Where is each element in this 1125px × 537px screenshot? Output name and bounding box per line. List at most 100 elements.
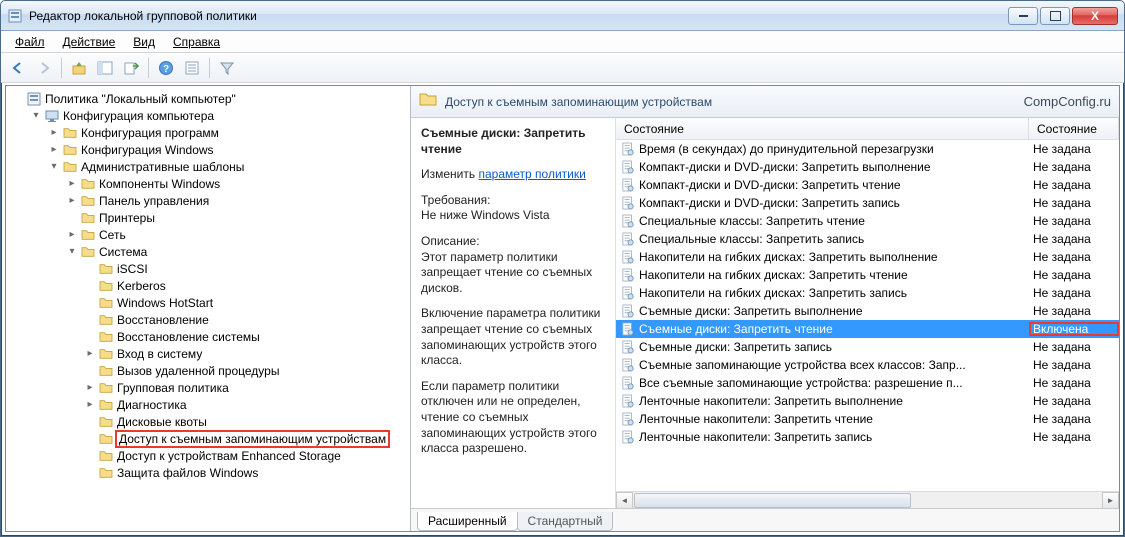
export-button[interactable] — [120, 57, 142, 79]
titlebar[interactable]: Редактор локальной групповой политики X — [1, 1, 1124, 31]
expand-toggle[interactable]: ▸ — [66, 195, 78, 206]
tab-extended[interactable]: Расширенный — [417, 512, 518, 531]
menu-action[interactable]: Действие — [55, 33, 124, 51]
policy-name: Съемные диски: Запретить чтение — [639, 322, 833, 336]
column-header-state[interactable]: Состояние — [1029, 118, 1119, 139]
policy-row[interactable]: Съемные запоминающие устройства всех кла… — [616, 356, 1119, 374]
tree-item[interactable]: ▸Конфигурация программ — [6, 124, 410, 141]
menu-help[interactable]: Справка — [165, 33, 228, 51]
policy-name: Накопители на гибких дисках: Запретить з… — [639, 286, 907, 300]
tree-item[interactable]: Доступ к устройствам Enhanced Storage — [6, 447, 410, 464]
tree-item-label: Kerberos — [117, 279, 166, 293]
policy-row[interactable]: Накопители на гибких дисках: Запретить з… — [616, 284, 1119, 302]
expand-toggle[interactable]: ▸ — [48, 127, 60, 138]
forward-button[interactable] — [33, 57, 55, 79]
policy-row[interactable]: Ленточные накопители: Запретить записьНе… — [616, 428, 1119, 446]
minimize-button[interactable] — [1008, 7, 1038, 25]
tree-item[interactable]: ▾ Конфигурация компьютера — [6, 107, 410, 124]
folder-icon — [98, 380, 114, 396]
maximize-button[interactable] — [1040, 7, 1070, 25]
column-headers: Состояние Состояние — [616, 118, 1119, 140]
tree-item[interactable]: ▸Панель управления — [6, 192, 410, 209]
tree-item[interactable]: ▸Вход в систему — [6, 345, 410, 362]
policy-row[interactable]: Накопители на гибких дисках: Запретить в… — [616, 248, 1119, 266]
tree-item[interactable]: Kerberos — [6, 277, 410, 294]
filter-button[interactable] — [216, 57, 238, 79]
tree-item[interactable]: ▸Групповая политика — [6, 379, 410, 396]
menu-view[interactable]: Вид — [125, 33, 163, 51]
tree-item[interactable]: ▸Конфигурация Windows — [6, 141, 410, 158]
app-icon — [7, 8, 23, 24]
tree-item[interactable]: Политика "Локальный компьютер" — [6, 90, 410, 107]
policy-name: Все съемные запоминающие устройства: раз… — [639, 376, 963, 390]
folder-icon — [98, 295, 114, 311]
policy-row[interactable]: Съемные диски: Запретить записьНе задана — [616, 338, 1119, 356]
policy-row[interactable]: Компакт-диски и DVD-диски: Запретить вып… — [616, 158, 1119, 176]
show-tree-button[interactable] — [94, 57, 116, 79]
expand-toggle[interactable]: ▾ — [30, 110, 42, 121]
horizontal-scrollbar[interactable]: ◄ ► — [616, 491, 1119, 508]
policy-state: Не задана — [1029, 196, 1119, 210]
policy-state: Не задана — [1029, 214, 1119, 228]
policy-row[interactable]: Ленточные накопители: Запретить выполнен… — [616, 392, 1119, 410]
up-button[interactable] — [68, 57, 90, 79]
folder-icon — [98, 278, 114, 294]
tree-item-label: Восстановление — [117, 313, 209, 327]
tree-item[interactable]: Восстановление — [6, 311, 410, 328]
properties-button[interactable] — [181, 57, 203, 79]
policy-rows[interactable]: Время (в секундах) до принудительной пер… — [616, 140, 1119, 491]
folder-icon — [80, 244, 96, 260]
tree-pane[interactable]: Политика "Локальный компьютер" ▾ Конфигура… — [6, 86, 411, 531]
tree-item[interactable]: ▸Диагностика — [6, 396, 410, 413]
column-header-name[interactable]: Состояние — [616, 118, 1029, 139]
tree-item[interactable]: iSCSI — [6, 260, 410, 277]
tree-item[interactable]: Защита файлов Windows — [6, 464, 410, 481]
tree-item[interactable]: Доступ к съемным запоминающим устройства… — [6, 430, 410, 447]
folder-icon — [62, 125, 78, 141]
tree-item[interactable]: Принтеры — [6, 209, 410, 226]
policy-row[interactable]: Съемные диски: Запретить выполнениеНе за… — [616, 302, 1119, 320]
edit-policy-link[interactable]: параметр политики — [478, 167, 585, 181]
policy-row[interactable]: Компакт-диски и DVD-диски: Запретить чте… — [616, 176, 1119, 194]
expand-toggle[interactable]: ▸ — [48, 144, 60, 155]
tree-item[interactable]: ▾Административные шаблоны — [6, 158, 410, 175]
expand-toggle[interactable]: ▸ — [84, 348, 96, 359]
policy-row[interactable]: Компакт-диски и DVD-диски: Запретить зап… — [616, 194, 1119, 212]
policy-row[interactable]: Специальные классы: Запретить записьНе з… — [616, 230, 1119, 248]
folder-icon — [80, 176, 96, 192]
scroll-right-button[interactable]: ► — [1102, 492, 1119, 509]
scroll-left-button[interactable]: ◄ — [616, 492, 633, 509]
expand-toggle[interactable]: ▾ — [66, 246, 78, 257]
policy-row[interactable]: Специальные классы: Запретить чтениеНе з… — [616, 212, 1119, 230]
tree-item[interactable]: ▸Сеть — [6, 226, 410, 243]
tree-item[interactable]: ▸Компоненты Windows — [6, 175, 410, 192]
policy-row[interactable]: Все съемные запоминающие устройства: раз… — [616, 374, 1119, 392]
expand-toggle[interactable]: ▸ — [84, 399, 96, 410]
policy-row[interactable]: Накопители на гибких дисках: Запретить ч… — [616, 266, 1119, 284]
tree-item[interactable]: ▾Система — [6, 243, 410, 260]
tree-item[interactable]: Windows HotStart — [6, 294, 410, 311]
folder-icon — [98, 448, 114, 464]
tree-item[interactable]: Дисковые квоты — [6, 413, 410, 430]
expand-toggle[interactable]: ▾ — [48, 161, 60, 172]
back-button[interactable] — [7, 57, 29, 79]
policy-icon — [620, 321, 636, 337]
policy-row[interactable]: Время (в секундах) до принудительной пер… — [616, 140, 1119, 158]
close-button[interactable]: X — [1072, 7, 1118, 25]
tree-item[interactable]: Вызов удаленной процедуры — [6, 362, 410, 379]
description-p2: Включение параметра политики запрещает ч… — [421, 306, 605, 368]
computer-icon — [44, 108, 60, 124]
expand-toggle[interactable]: ▸ — [66, 178, 78, 189]
tree-item-label: Доступ к съемным запоминающим устройства… — [117, 432, 388, 446]
tree-item[interactable]: Восстановление системы — [6, 328, 410, 345]
menu-file[interactable]: Файл — [7, 33, 53, 51]
expand-toggle[interactable]: ▸ — [84, 382, 96, 393]
policy-row[interactable]: Ленточные накопители: Запретить чтениеНе… — [616, 410, 1119, 428]
scroll-thumb[interactable] — [634, 493, 911, 508]
expand-toggle[interactable]: ▸ — [66, 229, 78, 240]
view-tabs: Расширенный Стандартный — [411, 509, 1119, 531]
help-button[interactable]: ? — [155, 57, 177, 79]
tab-standard[interactable]: Стандартный — [517, 512, 614, 531]
policy-row[interactable]: Съемные диски: Запретить чтениеВключена — [616, 320, 1119, 338]
tree-item-label: Конфигурация компьютера — [63, 109, 214, 123]
